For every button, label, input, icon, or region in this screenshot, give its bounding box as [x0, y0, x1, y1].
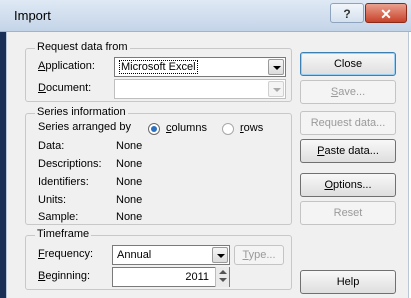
application-value: Microsoft Excel [119, 60, 198, 74]
options-accel: O [324, 179, 334, 191]
sample-label: Sample: [38, 211, 79, 223]
beginning-label: Beginning: [38, 270, 90, 282]
columns-radio-label[interactable]: columns [166, 122, 207, 134]
close-icon: ✕ [380, 6, 392, 22]
title-bar: Import ? ✕ [0, 0, 411, 32]
sample-value: None [116, 211, 143, 223]
type-button[interactable]: Type... [234, 245, 284, 265]
timeframe-legend: Timeframe [35, 228, 92, 240]
options-rest: ptions... [333, 179, 372, 191]
application-label: Application: [38, 60, 95, 72]
request-data-legend: Request data from [35, 41, 130, 53]
frequency-dropdown-button[interactable] [212, 247, 228, 263]
document-dropdown-button[interactable] [268, 81, 284, 97]
document-label-accel: D [38, 82, 46, 94]
application-label-rest: pplication: [45, 60, 95, 72]
frequency-rest: requency: [44, 248, 94, 260]
descriptions-label: Descriptions: [38, 158, 102, 170]
rows-radio-label[interactable]: rows [240, 122, 263, 134]
document-label-rest: ocument: [45, 82, 92, 94]
help-button[interactable]: Help [300, 270, 396, 294]
document-combo[interactable] [114, 79, 286, 99]
options-button[interactable]: Options... [300, 173, 396, 197]
application-dropdown-button[interactable] [268, 59, 284, 75]
columns-radio[interactable] [148, 123, 160, 135]
beginning-value: 2011 [185, 271, 209, 283]
chevron-down-icon [273, 88, 281, 92]
close-button[interactable]: Close [300, 52, 396, 76]
units-label: Units: [38, 194, 67, 206]
paste-data-button[interactable]: Paste data... [300, 139, 396, 163]
window-title: Import [14, 8, 51, 23]
spin-up-icon[interactable] [219, 270, 227, 274]
reset-button[interactable]: Reset [300, 201, 396, 225]
data-value: None [116, 140, 143, 152]
frequency-accel: F [38, 248, 45, 260]
beginning-rest: eginning: [45, 270, 90, 282]
frequency-combo[interactable]: Annual [112, 245, 230, 265]
descriptions-value: None [116, 158, 143, 170]
frequency-label: Frequency: [38, 248, 93, 260]
help-window-button[interactable]: ? [330, 3, 364, 23]
document-label: Document: [38, 82, 91, 94]
beginning-field[interactable]: 2011 [112, 267, 230, 287]
identifiers-label: Identifiers: [38, 176, 89, 188]
question-icon: ? [343, 7, 351, 21]
save-button[interactable]: Save... [300, 80, 396, 104]
columns-rest: olumns [171, 122, 207, 134]
beginning-spinner[interactable] [215, 267, 229, 287]
identifiers-value: None [116, 176, 143, 188]
spin-down-icon[interactable] [219, 278, 227, 282]
data-label: Data: [38, 140, 65, 152]
series-information-legend: Series information [35, 106, 128, 118]
frequency-value: Annual [117, 249, 152, 261]
paste-rest: aste data... [324, 145, 379, 157]
rows-rest: ows [243, 122, 264, 134]
save-rest: ave... [338, 86, 366, 98]
application-combo[interactable]: Microsoft Excel [114, 57, 286, 77]
type-rest: ype... [248, 249, 276, 261]
close-window-button[interactable]: ✕ [365, 3, 407, 23]
rows-radio[interactable] [222, 123, 234, 135]
chevron-down-icon [217, 254, 225, 258]
request-data-button[interactable]: Request data... [300, 111, 396, 135]
chevron-down-icon [273, 66, 281, 70]
units-value: None [116, 194, 143, 206]
series-arranged-label: Series arranged by [38, 121, 131, 133]
